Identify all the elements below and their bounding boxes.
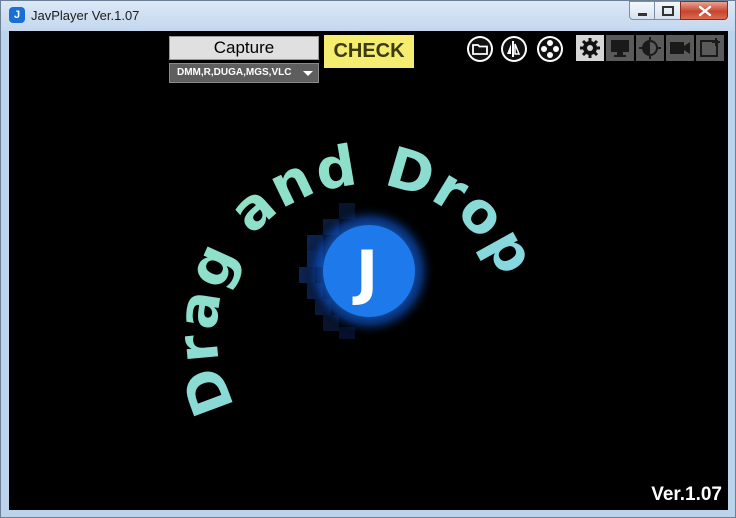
maximize-icon [662,6,674,16]
brightness-button[interactable] [636,35,664,61]
chevron-down-icon [303,71,313,76]
logo-glyph: J [352,238,378,308]
minimize-icon [638,13,647,16]
title-bar[interactable]: J JavPlayer Ver.1.07 [1,1,735,31]
check-button[interactable]: CHECK [324,35,414,68]
close-button[interactable] [680,1,728,20]
monitor-button[interactable] [606,35,634,61]
minimize-button[interactable] [629,1,655,20]
settings-icon [576,35,604,61]
gamepad-icon [537,36,563,62]
compare-button[interactable] [500,35,528,63]
video-camera-icon [666,35,694,61]
app-logo-icon: J [9,7,25,23]
add-frame-icon [696,35,724,61]
add-frame-button[interactable] [696,35,724,61]
open-folder-button[interactable] [466,35,494,63]
video-drop-area[interactable]: J Drag and Drop here. Capture DMM,R,DUGA… [9,31,728,510]
app-window: J JavPlayer Ver.1.07 J Drag and Drop Cap… [0,0,736,518]
maximize-button[interactable] [654,1,681,20]
settings-button[interactable] [576,35,604,61]
compare-icon [501,36,527,62]
window-title: JavPlayer Ver.1.07 [31,8,140,23]
version-label: Ver.1.07 [651,484,722,505]
drop-zone-art: J Drag and Drop here. [9,31,549,425]
drop-hint-path: Drag and Drop here. [9,31,547,425]
brightness-icon [636,35,664,61]
capture-button[interactable]: Capture [169,36,319,60]
monitor-icon [606,35,634,61]
gamepad-button[interactable] [536,35,564,63]
close-icon [698,5,712,17]
source-select[interactable]: DMM,R,DUGA,MGS,VLC [169,63,319,83]
open-folder-icon [467,36,493,62]
video-camera-button[interactable] [666,35,694,61]
drop-hint-text: Drag and Drop here. [9,31,549,425]
source-select-value: DMM,R,DUGA,MGS,VLC [177,67,292,78]
